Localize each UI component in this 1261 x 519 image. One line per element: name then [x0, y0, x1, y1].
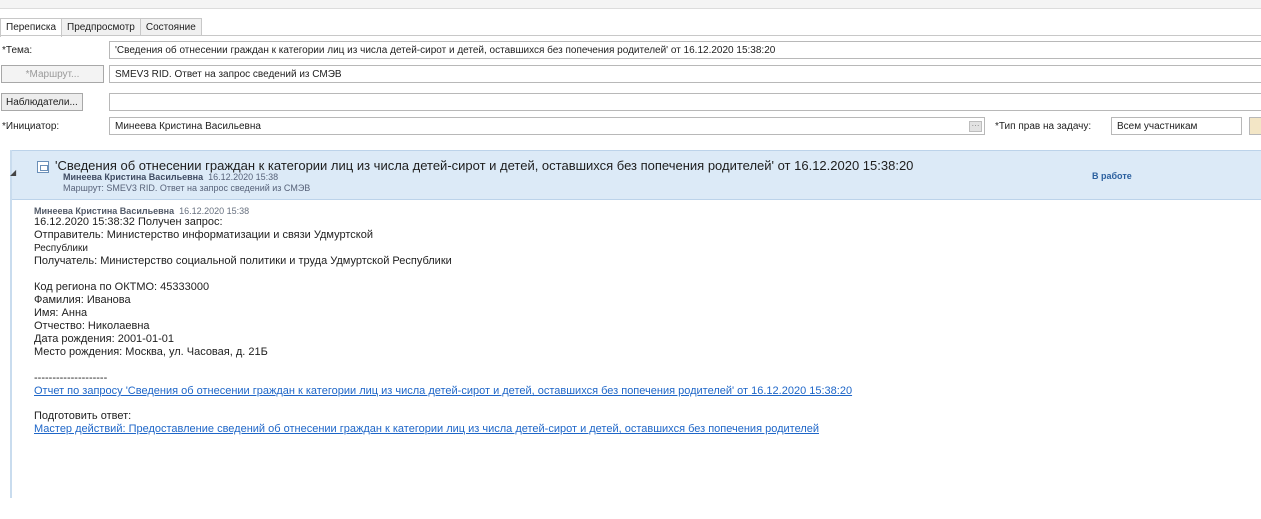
- message-body: Минеева Кристина Васильевна 16.12.2020 1…: [34, 206, 1234, 435]
- subject-field[interactable]: 'Сведения об отнесении граждан к категор…: [109, 41, 1261, 59]
- message-author-line: Минеева Кристина Васильевна 16.12.2020 1…: [63, 172, 278, 182]
- body-line-2: Отправитель: Министерство информатизации…: [34, 229, 373, 241]
- wizard-link[interactable]: Мастер действий: Предоставление сведений…: [34, 423, 1234, 435]
- message-route: Маршрут: SMEV3 RID. Ответ на запрос свед…: [63, 183, 311, 193]
- prepare-answer-label: Подготовить ответ:: [34, 410, 132, 422]
- subject-label: *Тема:: [2, 45, 33, 56]
- subject-row: *Тема: 'Сведения об отнесении граждан к …: [0, 41, 1261, 61]
- region-code: Код региона по ОКТМО: 45333000: [34, 281, 210, 293]
- initiator-picker-icon[interactable]: ···: [969, 121, 982, 132]
- patronymic: Отчество: Николаевна: [34, 320, 150, 332]
- tab-bar: Переписка Предпросмотр Состояние: [0, 18, 202, 37]
- status-badge: В работе: [1092, 171, 1132, 181]
- rights-field[interactable]: Всем участникам: [1111, 117, 1242, 135]
- body-author-line: Минеева Кристина Васильевна 16.12.2020 1…: [34, 206, 1234, 216]
- body-line-4: Получатель: Министерство социальной поли…: [34, 255, 452, 267]
- surname: Фамилия: Иванова: [34, 294, 131, 306]
- initiator-label: *Инициатор:: [2, 121, 60, 132]
- birth-date: Дата рождения: 2001-01-01: [34, 333, 174, 345]
- first-name: Имя: Анна: [34, 307, 88, 319]
- body-author: Минеева Кристина Васильевна: [34, 206, 175, 216]
- birth-place: Место рождения: Москва, ул. Часовая, д. …: [34, 346, 268, 358]
- observers-field[interactable]: [109, 93, 1261, 111]
- message-author: Минеева Кристина Васильевна: [63, 172, 204, 182]
- lock-icon[interactable]: [1249, 117, 1261, 135]
- body-line-1: 16.12.2020 15:38:32 Получен запрос:: [34, 216, 223, 228]
- tab-divider: [0, 35, 1261, 36]
- tab-status[interactable]: Состояние: [139, 18, 202, 36]
- route-field[interactable]: SMEV3 RID. Ответ на запрос сведений из С…: [109, 65, 1261, 83]
- separator-line: --------------------: [34, 372, 108, 384]
- body-datetime: 16.12.2020 15:38: [179, 206, 250, 216]
- initiator-row: *Инициатор: Минеева Кристина Васильевна …: [0, 117, 1261, 137]
- route-button[interactable]: *Маршрут...: [1, 65, 104, 83]
- window-top-strip: [0, 0, 1261, 9]
- message-datetime: 16.12.2020 15:38: [208, 172, 279, 182]
- rights-label: *Тип прав на задачу:: [995, 121, 1092, 132]
- body-line-3: Республики: [34, 243, 88, 254]
- tab-preview[interactable]: Предпросмотр: [61, 18, 141, 36]
- message-header[interactable]: ◢ 'Сведения об отнесении граждан к катег…: [10, 150, 1261, 200]
- message-title: 'Сведения об отнесении граждан к категор…: [55, 158, 914, 173]
- observers-row: Наблюдатели...: [0, 93, 1261, 113]
- initiator-field[interactable]: Минеева Кристина Васильевна: [109, 117, 985, 135]
- collapse-arrow-icon[interactable]: ◢: [10, 168, 16, 177]
- message-icon: [37, 161, 49, 173]
- route-row: *Маршрут... SMEV3 RID. Ответ на запрос с…: [0, 65, 1261, 85]
- conversation-panel: ◢ 'Сведения об отнесении граждан к катег…: [10, 150, 1261, 498]
- observers-button[interactable]: Наблюдатели...: [1, 93, 83, 111]
- report-link[interactable]: Отчет по запросу 'Сведения об отнесении …: [34, 385, 1234, 397]
